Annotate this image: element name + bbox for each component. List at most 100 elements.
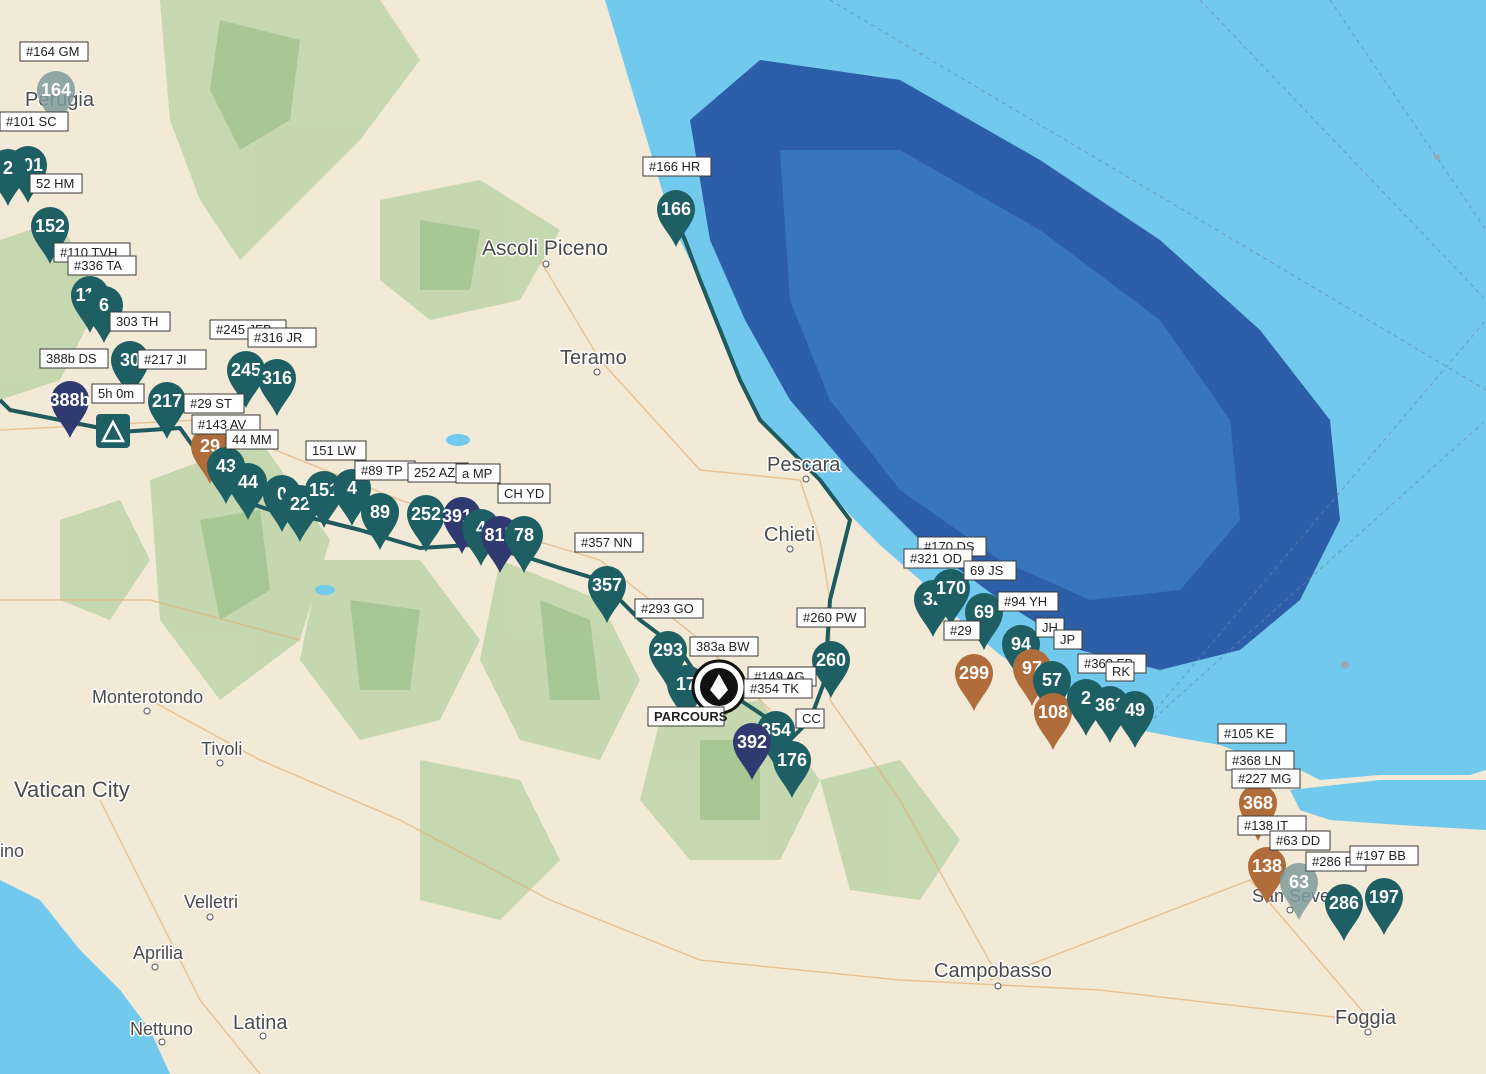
- svg-text:ino: ino: [0, 841, 24, 861]
- pin-number: 286: [1329, 893, 1359, 913]
- tag-label: #321 OD: [910, 551, 962, 566]
- city-vatican-city: Vatican City: [13, 776, 132, 804]
- svg-text:Vatican City: Vatican City: [14, 777, 130, 802]
- pin-number: 252: [411, 504, 441, 524]
- svg-text:Pescara: Pescara: [767, 454, 841, 476]
- pin-number: 2: [3, 158, 13, 178]
- tag-label: a MP: [462, 466, 492, 481]
- pin-number: 166: [661, 199, 691, 219]
- tag-label: #260 PW: [803, 610, 857, 625]
- pin-number: 63: [1289, 872, 1309, 892]
- pin-number: 316: [262, 368, 292, 388]
- pin-label-tag[interactable]: 5h 0m: [91, 383, 145, 404]
- pin-label-tag[interactable]: #166 HR: [642, 156, 712, 177]
- svg-text:Ascoli Piceno: Ascoli Piceno: [482, 237, 608, 260]
- pin-number: 299: [959, 663, 989, 683]
- pin-label-tag[interactable]: #217 JI: [137, 349, 207, 370]
- pin-number: 245: [231, 360, 261, 380]
- tag-label: #94 YH: [1004, 594, 1047, 609]
- pin-number: 293: [653, 640, 683, 660]
- tag-label: 151 LW: [312, 443, 357, 458]
- pin-number: 30: [120, 350, 140, 370]
- tag-label: #29 ST: [190, 396, 232, 411]
- pin-number: 197: [1369, 887, 1399, 907]
- pin-label-tag[interactable]: #336 TA: [67, 255, 137, 276]
- pin-label-tag[interactable]: #293 GO: [634, 598, 704, 619]
- tag-label: 252 AZ: [414, 465, 455, 480]
- pin-number: 357: [592, 575, 622, 595]
- pin-label-tag[interactable]: #357 NN: [574, 532, 644, 553]
- tag-label: 388b DS: [46, 351, 97, 366]
- tag-label: 69 JS: [970, 563, 1004, 578]
- pin-label-tag[interactable]: 69 JS: [963, 560, 1017, 581]
- tag-label: JP: [1060, 632, 1075, 647]
- pin-number: 44: [238, 472, 258, 492]
- pin-label-tag[interactable]: #354 TK: [743, 678, 813, 699]
- tag-label: 5h 0m: [98, 386, 134, 401]
- pin-label-tag[interactable]: #321 OD: [903, 548, 973, 569]
- pin-label-tag[interactable]: #368 LN: [1225, 750, 1295, 771]
- pin-number: 2: [1081, 688, 1091, 708]
- tag-label: 52 HM: [36, 176, 74, 191]
- pin-label-tag[interactable]: 44 MM: [225, 429, 279, 450]
- pin-label-tag[interactable]: 303 TH: [109, 311, 171, 332]
- pin-label-tag[interactable]: #105 KE: [1217, 723, 1287, 744]
- lake: [1410, 788, 1470, 812]
- pin-number: 260: [816, 650, 846, 670]
- pin-label-tag[interactable]: #29: [943, 620, 981, 641]
- pin-label-tag[interactable]: JP: [1053, 629, 1083, 650]
- pin-number: 57: [1042, 670, 1062, 690]
- pin-number: 170: [936, 578, 966, 598]
- pin-label-tag[interactable]: #316 JR: [247, 327, 317, 348]
- pin-number: 108: [1038, 702, 1068, 722]
- tag-label: #357 NN: [581, 535, 632, 550]
- pin-label-tag[interactable]: #94 YH: [997, 591, 1059, 612]
- pin-number: 4: [347, 478, 357, 498]
- pin-label-tag[interactable]: #101 SC: [0, 111, 69, 132]
- campground-icon[interactable]: [96, 414, 130, 448]
- pin-label-tag[interactable]: #227 MG: [1231, 768, 1301, 789]
- tag-label: RK: [1112, 664, 1130, 679]
- pin-label-tag[interactable]: 383a BW: [689, 636, 759, 657]
- tag-label: 44 MM: [232, 432, 272, 447]
- tag-label: PARCOURS: [654, 709, 728, 724]
- pin-label-tag[interactable]: CH YD: [497, 483, 551, 504]
- tag-label: 383a BW: [696, 639, 750, 654]
- tag-label: #316 JR: [254, 330, 302, 345]
- pin-number: 217: [152, 391, 182, 411]
- pin-label-tag[interactable]: PARCOURS: [647, 706, 728, 727]
- pin-number: 78: [514, 525, 534, 545]
- svg-text:Monterotondo: Monterotondo: [92, 687, 203, 707]
- city-partial-left: ino: [0, 840, 26, 863]
- tag-label: #217 JI: [144, 352, 187, 367]
- tag-label: #29: [950, 623, 972, 638]
- pin-number: 89: [370, 502, 390, 522]
- pin-label-tag[interactable]: #164 GM: [19, 41, 89, 62]
- pin-number: 152: [35, 216, 65, 236]
- tag-label: #286 F: [1312, 854, 1353, 869]
- pin-label-tag[interactable]: 52 HM: [29, 173, 83, 194]
- pin-label-tag[interactable]: #89 TP: [354, 460, 416, 481]
- pin-number: 69: [974, 602, 994, 622]
- pin-label-tag[interactable]: #197 BB: [1349, 845, 1419, 866]
- svg-text:Latina: Latina: [233, 1012, 288, 1034]
- pin-label-tag[interactable]: 151 LW: [305, 440, 367, 461]
- pin-number: 6: [99, 295, 109, 315]
- tag-label: CC: [802, 711, 821, 726]
- map-canvas[interactable]: Perugia Ascoli Piceno Teramo Pescara Chi…: [0, 0, 1486, 1074]
- tag-label: #105 KE: [1224, 726, 1274, 741]
- tag-label: #354 TK: [750, 681, 799, 696]
- pin-number: 368: [1243, 793, 1273, 813]
- pin-label-tag[interactable]: RK: [1105, 661, 1135, 682]
- pin-label-tag[interactable]: #29 ST: [183, 393, 245, 414]
- svg-text:Nettuno: Nettuno: [130, 1019, 193, 1039]
- pin-label-tag[interactable]: #260 PW: [796, 607, 866, 628]
- pin-label-tag[interactable]: #63 DD: [1269, 830, 1331, 851]
- pin-number: 388b: [49, 390, 90, 410]
- svg-text:Foggia: Foggia: [1335, 1007, 1397, 1029]
- pin-label-tag[interactable]: 388b DS: [39, 348, 109, 369]
- svg-text:Tivoli: Tivoli: [201, 739, 242, 759]
- parcours-logo-icon[interactable]: [691, 659, 747, 715]
- pin-label-tag[interactable]: a MP: [455, 463, 501, 484]
- pin-label-tag[interactable]: CC: [795, 708, 825, 729]
